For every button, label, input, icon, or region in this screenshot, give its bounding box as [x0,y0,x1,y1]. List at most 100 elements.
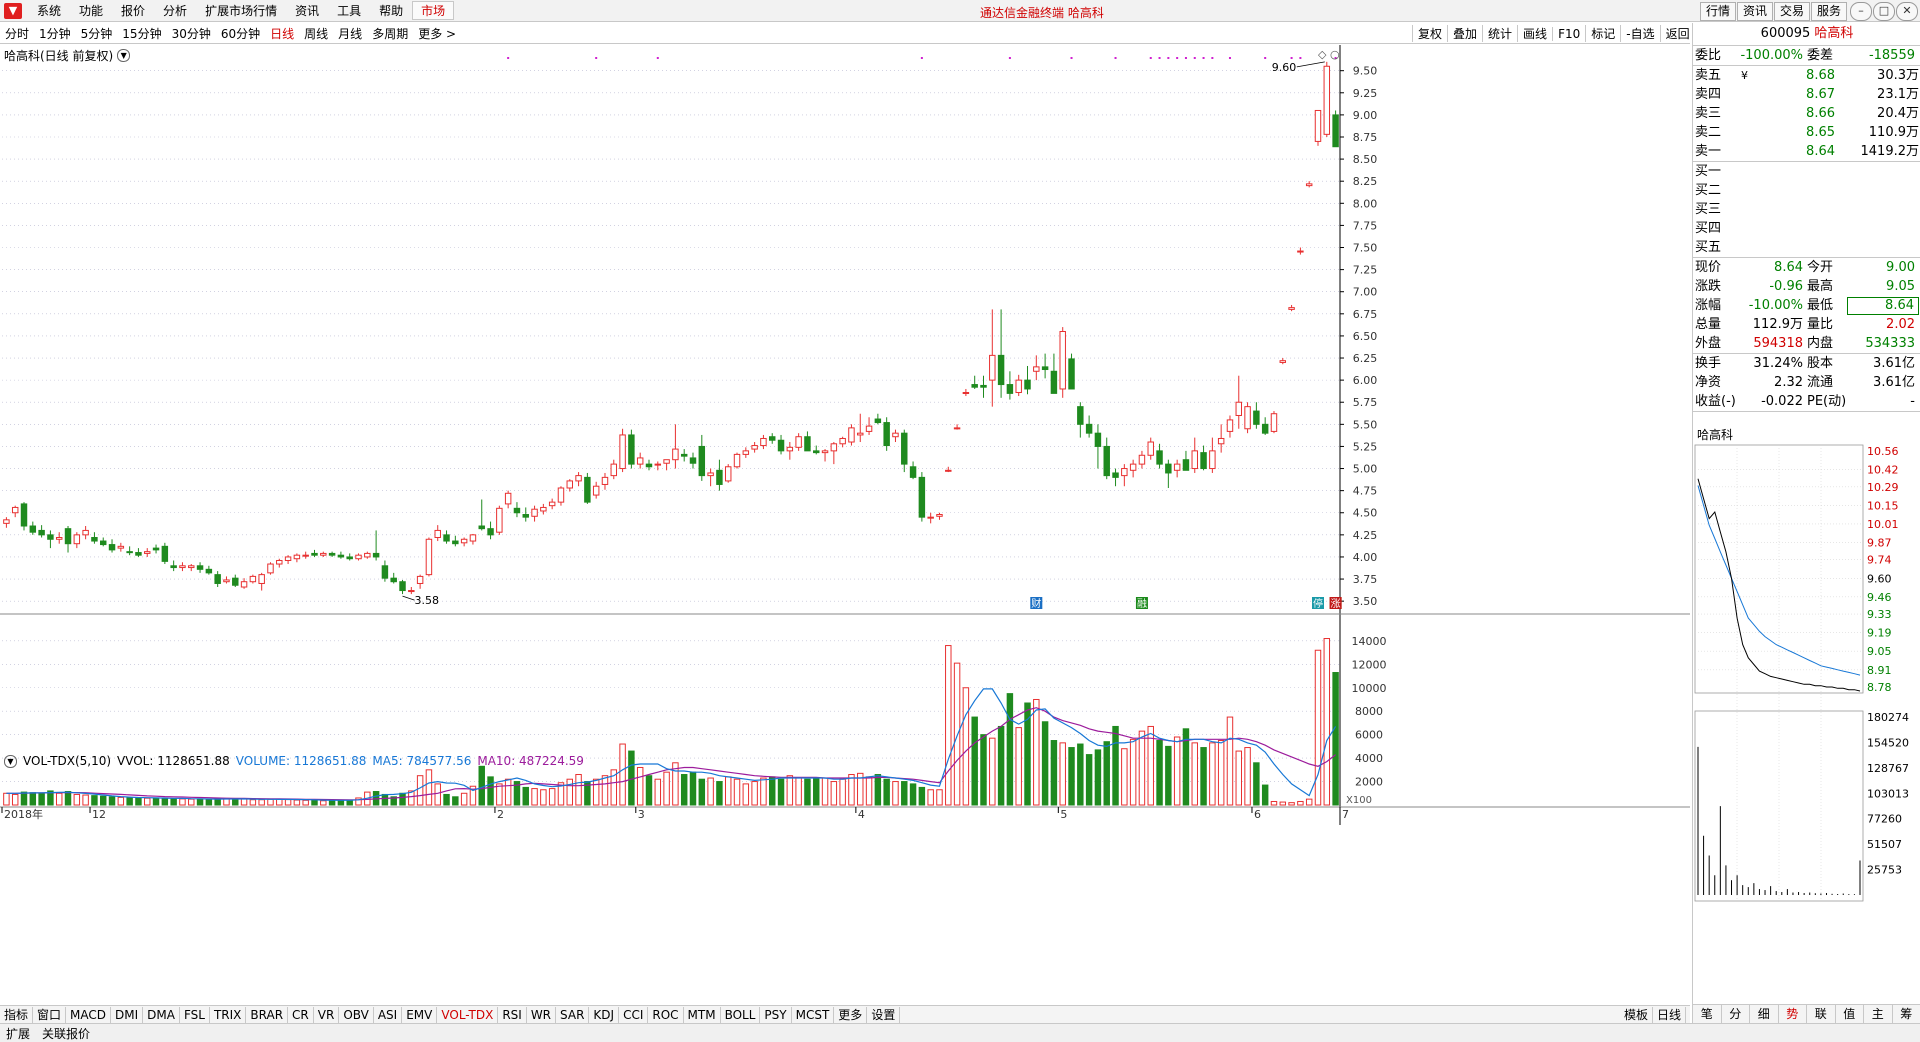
buy-level-row[interactable]: 买一 [1693,162,1920,181]
indicator-tab-16[interactable]: SAR [556,1006,590,1023]
tool-watchlist[interactable]: -自选 [1620,25,1659,42]
indicator-tab-8[interactable]: CR [288,1006,314,1023]
indicator-tab-24[interactable]: 更多 [834,1006,868,1023]
menu-quote[interactable]: 报价 [112,2,154,19]
indicator-tab-11[interactable]: ASI [374,1006,403,1023]
kline-chart[interactable]: 9.50 9.25 9.00 8.75 8.50 8.25 8.00 7.75 7.50 7.25… [0,45,1690,1005]
mini-tab-3[interactable]: 势 [1779,1005,1807,1023]
indicator-tab-4[interactable]: DMA [143,1006,180,1023]
indicator-tab-25[interactable]: 设置 [867,1006,901,1023]
mini-tab-6[interactable]: 主 [1864,1005,1893,1023]
indicator-tab-0[interactable]: 指标 [0,1006,34,1023]
market-button[interactable]: 市场 [412,1,455,20]
menu-function[interactable]: 功能 [70,2,112,19]
mini-tab-5[interactable]: 值 [1836,1005,1864,1023]
sell-level-row[interactable]: 卖四 8.67 23.1万 [1693,85,1920,104]
indicator-tab-21[interactable]: BOLL [721,1006,761,1023]
period-multi[interactable]: 多周期 [367,25,413,42]
volume-options-icon[interactable]: ▼ [4,754,17,768]
kline-chart-area[interactable]: 9.50 9.25 9.00 8.75 8.50 8.25 8.00 7.75 7.50 7.25… [0,45,1690,1005]
indicator-tab-10[interactable]: OBV [339,1006,374,1023]
chart-options-icon[interactable]: ▼ [117,49,131,62]
menu-help[interactable]: 帮助 [370,2,412,19]
period-more[interactable]: 更多 > [413,25,461,42]
quote-row: 涨跌 -0.96 最高 9.05 [1693,277,1920,296]
indicator-tab-23[interactable]: MCST [792,1006,835,1023]
volume-bar [1173,736,1181,806]
top-button-trade[interactable]: 交易 [1774,2,1811,21]
indicator-tab-5[interactable]: FSL [180,1006,210,1023]
sell-level-row[interactable]: 卖二 8.65 110.9万 [1693,123,1920,142]
period-weekly[interactable]: 周线 [299,25,333,42]
indicator-tab-1[interactable]: 窗口 [33,1006,67,1023]
tool-mark[interactable]: 标记 [1585,25,1620,42]
top-button-quotes[interactable]: 行情 [1700,2,1737,21]
status-extend[interactable]: 扩展 [0,1025,36,1042]
period-30min[interactable]: 30分钟 [167,25,216,42]
indicator-tab-3[interactable]: DMI [111,1006,144,1023]
intraday-mini-chart[interactable]: 哈高科 10.56 10.42 10.29 10.15 10.01 9.87 9.74 9.60… [1693,425,1920,1023]
mini-tab-0[interactable]: 笔 [1693,1005,1722,1023]
menu-system[interactable]: 系统 [28,2,70,19]
tool-stats[interactable]: 统计 [1482,25,1517,42]
period-60min[interactable]: 60分钟 [216,25,265,42]
minimize-icon[interactable]: – [1850,2,1872,21]
volume-bar [135,797,142,806]
diamond-icon[interactable]: ◇ [1318,48,1327,61]
volume-bar [1050,740,1058,806]
tool-overlay[interactable]: 叠加 [1447,25,1482,42]
status-related-quote[interactable]: 关联报价 [36,1025,96,1042]
mini-tab-1[interactable]: 分 [1722,1005,1750,1023]
maximize-icon[interactable]: □ [1873,2,1895,21]
tool-f10[interactable]: F10 [1552,26,1585,41]
menu-extended-market[interactable]: 扩展市场行情 [196,2,286,19]
candle-body [1121,468,1128,477]
period-monthly[interactable]: 月线 [333,25,367,42]
volume-bar [663,771,670,806]
period-1min[interactable]: 1分钟 [34,25,76,42]
menu-info[interactable]: 资讯 [286,2,328,19]
tool-draw[interactable]: 画线 [1517,25,1552,42]
tool-back[interactable]: 返回 [1659,25,1695,42]
mini-tab-2[interactable]: 细 [1750,1005,1779,1023]
period-5min[interactable]: 5分钟 [76,25,118,42]
close-icon[interactable]: ✕ [1896,2,1918,21]
tool-adjust[interactable]: 复权 [1412,25,1447,42]
mini-tab-4[interactable]: 联 [1807,1005,1836,1023]
buy-level-row[interactable]: 买四 [1693,219,1920,238]
period-intraday[interactable]: 分时 [0,25,34,42]
buy-level-row[interactable]: 买三 [1693,200,1920,219]
indicator-tab-19[interactable]: ROC [648,1006,684,1023]
sell-level-row[interactable]: 卖一 8.64 1419.2万 [1693,142,1920,161]
indicator-tab-17[interactable]: KDJ [589,1006,620,1023]
sell-level-label: 卖三 [1695,106,1722,121]
period-daily[interactable]: 日线 [265,25,299,42]
buy-level-row[interactable]: 买五 [1693,238,1920,257]
top-button-service[interactable]: 服务 [1811,2,1848,21]
candle-body [865,425,873,432]
indicator-tab-18[interactable]: CCI [619,1006,649,1023]
menu-tools[interactable]: 工具 [328,2,370,19]
period-15min[interactable]: 15分钟 [117,25,166,42]
volume-bar [249,799,257,806]
indicator-tab-2[interactable]: MACD [66,1006,112,1023]
menu-analysis[interactable]: 分析 [154,2,196,19]
sell-level-row[interactable]: 卖三 8.66 20.4万 [1693,104,1920,123]
indicator-tab-22[interactable]: PSY [760,1006,792,1023]
indicator-tab-20[interactable]: MTM [684,1006,721,1023]
indicator-tab-6[interactable]: TRIX [210,1006,247,1023]
indicator-tab-12[interactable]: EMV [402,1006,438,1023]
period-label[interactable]: 日线 [1653,1006,1686,1023]
circle-icon[interactable]: ○ [1330,48,1340,61]
indicator-tab-9[interactable]: VR [314,1006,340,1023]
intraday-mini-svg[interactable]: 哈高科 10.56 10.42 10.29 10.15 10.01 9.87 9.74 9.60… [1693,425,1920,1003]
buy-level-row[interactable]: 买二 [1693,181,1920,200]
indicator-tab-7[interactable]: BRAR [246,1006,289,1023]
top-button-news[interactable]: 资讯 [1737,2,1774,21]
mini-tab-7[interactable]: 筹 [1893,1005,1920,1023]
sell-level-row[interactable]: 卖五 ¥8.68 30.3万 [1693,66,1920,85]
indicator-tab-15[interactable]: WR [527,1006,557,1023]
indicator-tab-13[interactable]: VOL-TDX [437,1006,499,1023]
indicator-tab-14[interactable]: RSI [498,1006,527,1023]
templates-button[interactable]: 模板 [1620,1006,1653,1023]
